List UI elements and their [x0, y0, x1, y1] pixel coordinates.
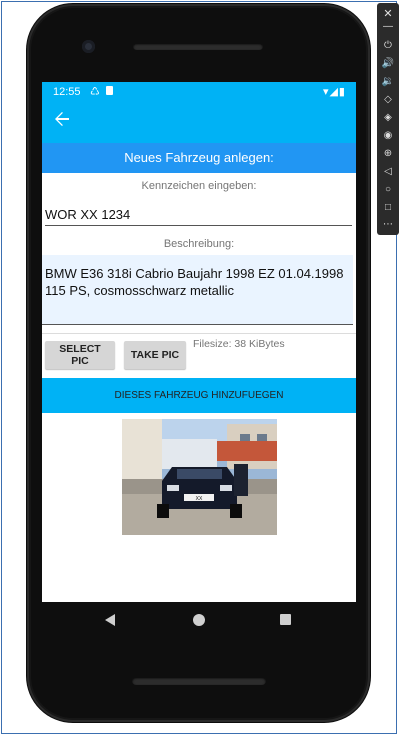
add-vehicle-button[interactable]: DIESES FAHRZEUG HINZUFUEGEN	[42, 378, 356, 413]
overview-icon[interactable]: □	[377, 199, 399, 217]
rotate-right-icon[interactable]: ◈	[377, 109, 399, 127]
nav-back-icon[interactable]	[105, 614, 115, 626]
back-icon[interactable]: ◁	[377, 163, 399, 181]
sd-card-notification-icon	[106, 86, 113, 95]
photo-plate-text: XX	[196, 496, 203, 502]
minimize-icon[interactable]: —	[377, 18, 399, 36]
filesize-text: Filesize: 38 KiBytes	[193, 338, 285, 350]
nav-home-icon[interactable]	[193, 614, 205, 626]
zoom-icon[interactable]: ⊕	[377, 145, 399, 163]
select-pic-button[interactable]: SELECT PIC	[45, 341, 115, 369]
plate-label: Kennzeichen eingeben:	[141, 180, 257, 192]
power-icon[interactable]: ⏻	[377, 37, 399, 55]
nav-recents-icon[interactable]	[280, 614, 291, 625]
home-icon[interactable]: ○	[377, 181, 399, 199]
camera-icon[interactable]: ◉	[377, 127, 399, 145]
recycle-notification-icon: ♺	[90, 86, 100, 98]
front-camera-icon	[82, 40, 95, 53]
volume-up-icon[interactable]: 🔊	[377, 55, 399, 73]
take-pic-button[interactable]: TAKE PIC	[124, 341, 186, 369]
rotate-left-icon[interactable]: ◇	[377, 91, 399, 109]
status-time: 12:55	[53, 86, 81, 98]
system-navigation-bar	[42, 602, 356, 642]
wifi-signal-battery-icon: ▾◢▮	[322, 86, 346, 98]
emulator-side-toolbar: ✕ — ⏻ 🔊 🔉 ◇ ◈ ◉ ⊕ ◁ ○ □ ⋯	[377, 3, 399, 235]
volume-down-icon[interactable]: 🔉	[377, 73, 399, 91]
top-speaker	[133, 43, 263, 50]
car-photo: XX	[122, 419, 277, 535]
more-icon[interactable]: ⋯	[377, 216, 399, 234]
section-title: Neues Fahrzeug anlegen:	[42, 143, 356, 173]
app-screen: 12:55 ♺ ▾◢▮ Neues Fahrzeug anlegen: Kenn…	[42, 82, 356, 602]
status-bar: 12:55 ♺ ▾◢▮	[42, 82, 356, 102]
bottom-speaker	[132, 677, 266, 685]
arrow-back-icon[interactable]	[54, 111, 76, 133]
description-input[interactable]: BMW E36 318i Cabrio Baujahr 1998 EZ 01.0…	[42, 255, 353, 325]
description-label: Beschreibung:	[163, 238, 235, 250]
plate-input[interactable]	[45, 203, 352, 226]
divider	[42, 333, 356, 334]
app-bar	[42, 102, 356, 143]
